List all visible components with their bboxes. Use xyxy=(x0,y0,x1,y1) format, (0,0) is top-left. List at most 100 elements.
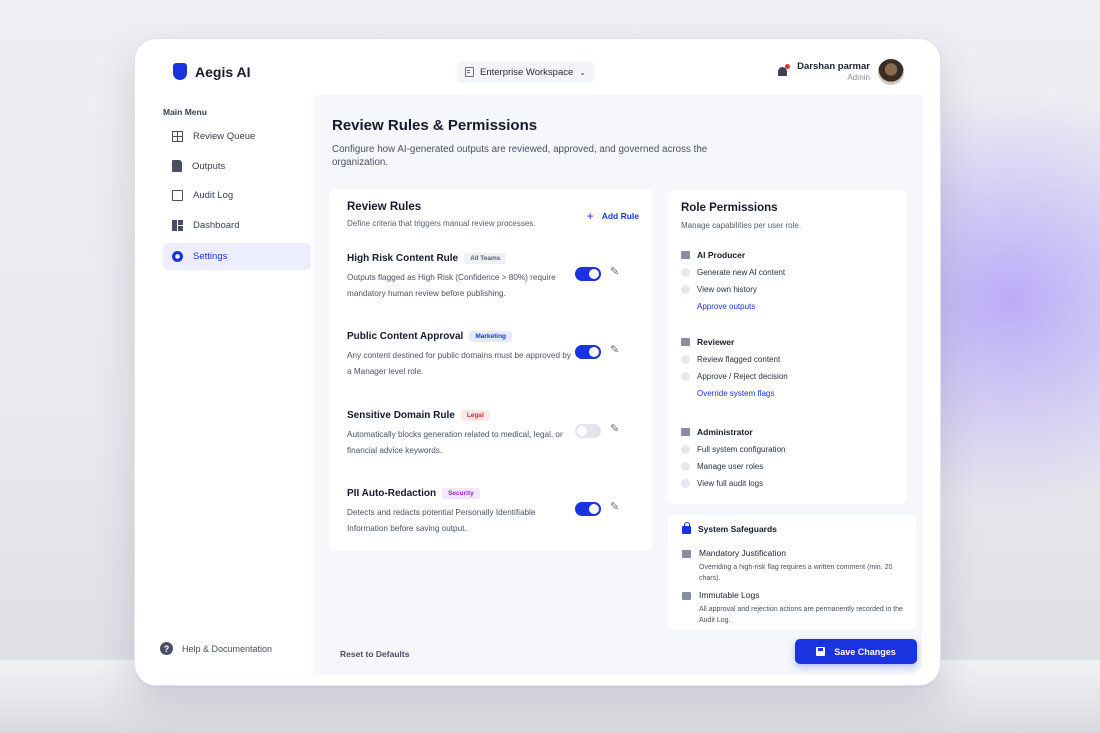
app-logo[interactable]: Aegis AI xyxy=(173,63,251,80)
audit-log-icon xyxy=(172,190,183,201)
card-title: Role Permissions xyxy=(681,202,778,214)
permission-radio[interactable] xyxy=(681,268,690,277)
rule-toggle[interactable] xyxy=(575,424,601,438)
reviewer-icon xyxy=(681,338,690,346)
sidebar-item-label: Settings xyxy=(193,250,228,262)
sidebar-item-label: Audit Log xyxy=(193,190,234,201)
permission-link[interactable]: Override system flags xyxy=(681,389,891,398)
rule-pii-redaction: PII Auto-Redaction Security Detects and … xyxy=(347,488,639,536)
role-ai-producer: AI Producer Generate new AI content View… xyxy=(681,250,891,311)
permission-radio[interactable] xyxy=(681,285,690,294)
permission-radio[interactable] xyxy=(681,479,690,488)
help-icon: ? xyxy=(160,642,173,655)
edit-pencil-icon[interactable]: ✎ xyxy=(610,345,621,356)
safeguard-item: Immutable Logs All approval and rejectio… xyxy=(682,590,908,626)
role-reviewer: Reviewer Review flagged content Approve … xyxy=(681,337,891,398)
rule-name: PII Auto-Redaction xyxy=(347,488,437,499)
rule-description: Automatically blocks generation related … xyxy=(347,430,563,455)
permission-radio[interactable] xyxy=(681,445,690,454)
dashboard-icon xyxy=(172,219,183,231)
rule-description: Any content destined for public domains … xyxy=(347,351,571,376)
sidebar-nav: Review Queue Outputs Audit Log Dashboard… xyxy=(163,123,311,272)
reset-defaults-button[interactable]: Reset to Defaults xyxy=(340,649,409,659)
permission-label: View own history xyxy=(697,285,757,294)
add-rule-button[interactable]: + Add Rule xyxy=(587,209,639,223)
edit-pencil-icon[interactable]: ✎ xyxy=(610,267,621,278)
permission-item[interactable]: View full audit logs xyxy=(681,479,891,488)
save-label: Save Changes xyxy=(834,646,896,657)
permission-item[interactable]: Review flagged content xyxy=(681,355,891,364)
sidebar-item-outputs[interactable]: Outputs xyxy=(163,153,311,180)
lock-icon xyxy=(682,522,691,534)
plus-icon: + xyxy=(586,209,594,223)
role-name: Reviewer xyxy=(697,337,735,347)
menu-title: Main Menu xyxy=(163,107,207,117)
app-window: Aegis AI Enterprise Workspace ⌄ Darshan … xyxy=(145,47,922,675)
card-title: Review Rules xyxy=(347,201,422,213)
sidebar-item-dashboard[interactable]: Dashboard xyxy=(163,212,311,239)
workspace-name: Enterprise Workspace xyxy=(480,66,574,78)
card-subtitle: Manage capabilities per user role. xyxy=(681,221,802,230)
main-content: Review Rules & Permissions Configure how… xyxy=(313,95,922,675)
edit-pencil-icon[interactable]: ✎ xyxy=(610,424,621,435)
permission-item[interactable]: Full system configuration xyxy=(681,445,891,454)
sidebar: Main Menu Review Queue Outputs Audit Log… xyxy=(145,95,313,675)
safeguard-title: Mandatory Justification xyxy=(699,548,786,558)
page-title: Review Rules & Permissions xyxy=(332,117,538,134)
permission-label: Review flagged content xyxy=(697,355,781,364)
sidebar-item-review-queue[interactable]: Review Queue xyxy=(163,123,311,150)
rule-toggle[interactable] xyxy=(575,345,601,359)
rule-toggle[interactable] xyxy=(575,267,601,281)
sidebar-item-label: Outputs xyxy=(192,160,226,172)
rule-tag: Marketing xyxy=(469,331,513,342)
rule-tag: Security xyxy=(442,488,480,499)
rule-name: Public Content Approval xyxy=(347,331,464,342)
rule-high-risk: High Risk Content Rule All Teams Outputs… xyxy=(347,253,639,301)
permission-item[interactable]: View own history xyxy=(681,285,891,294)
workspace-selector[interactable]: Enterprise Workspace ⌄ xyxy=(457,61,594,83)
permission-radio[interactable] xyxy=(681,355,690,364)
system-safeguards-card: System Safeguards Mandatory Justificatio… xyxy=(668,515,916,630)
permission-item[interactable]: Manage user roles xyxy=(681,462,891,471)
permission-radio[interactable] xyxy=(681,462,690,471)
permission-label: Manage user roles xyxy=(697,462,764,471)
log-icon xyxy=(682,592,691,600)
notification-bell-icon[interactable] xyxy=(777,64,791,78)
rule-tag: Legal xyxy=(460,410,490,421)
device-frame: Aegis AI Enterprise Workspace ⌄ Darshan … xyxy=(134,38,941,686)
sidebar-item-label: Dashboard xyxy=(193,219,240,231)
sidebar-item-settings[interactable]: Settings xyxy=(163,242,311,270)
permission-label: View full audit logs xyxy=(697,479,764,488)
permission-item[interactable]: Approve / Reject decision xyxy=(681,372,891,381)
role-name: AI Producer xyxy=(697,250,746,260)
shield-icon xyxy=(173,63,187,80)
edit-pencil-icon[interactable]: ✎ xyxy=(610,502,621,513)
rule-public-content: Public Content Approval Marketing Any co… xyxy=(347,331,639,379)
role-administrator: Administrator Full system configuration … xyxy=(681,427,891,488)
permission-label: Generate new AI content xyxy=(697,268,786,277)
sidebar-item-audit-log[interactable]: Audit Log xyxy=(163,182,311,209)
permission-label: Full system configuration xyxy=(697,445,786,454)
producer-icon xyxy=(681,251,690,259)
table-icon xyxy=(172,131,183,142)
app-name: Aegis AI xyxy=(195,63,251,80)
rule-name: Sensitive Domain Rule xyxy=(347,410,455,421)
permission-radio[interactable] xyxy=(681,372,690,381)
help-link[interactable]: ? Help & Documentation xyxy=(160,642,272,655)
safeguard-title: Immutable Logs xyxy=(699,590,760,600)
page-subtitle: Configure how AI-generated outputs are r… xyxy=(332,144,708,169)
rule-tag: All Teams xyxy=(464,253,507,264)
role-name: Administrator xyxy=(697,427,753,437)
rule-toggle[interactable] xyxy=(575,502,601,516)
top-bar: Aegis AI Enterprise Workspace ⌄ Darshan … xyxy=(145,47,922,95)
card-title: System Safeguards xyxy=(698,523,777,534)
help-label: Help & Documentation xyxy=(182,643,273,654)
safeguard-description: All approval and rejection actions are p… xyxy=(699,606,903,625)
avatar[interactable] xyxy=(878,59,904,85)
save-changes-button[interactable]: Save Changes xyxy=(795,639,917,664)
administrator-icon xyxy=(681,428,690,436)
permission-item[interactable]: Generate new AI content xyxy=(681,268,891,277)
user-menu[interactable]: Darshan parmar Admin xyxy=(777,59,904,85)
permission-link[interactable]: Approve outputs xyxy=(681,302,891,311)
safeguard-description: Overriding a high-risk flag requires a w… xyxy=(699,564,893,583)
